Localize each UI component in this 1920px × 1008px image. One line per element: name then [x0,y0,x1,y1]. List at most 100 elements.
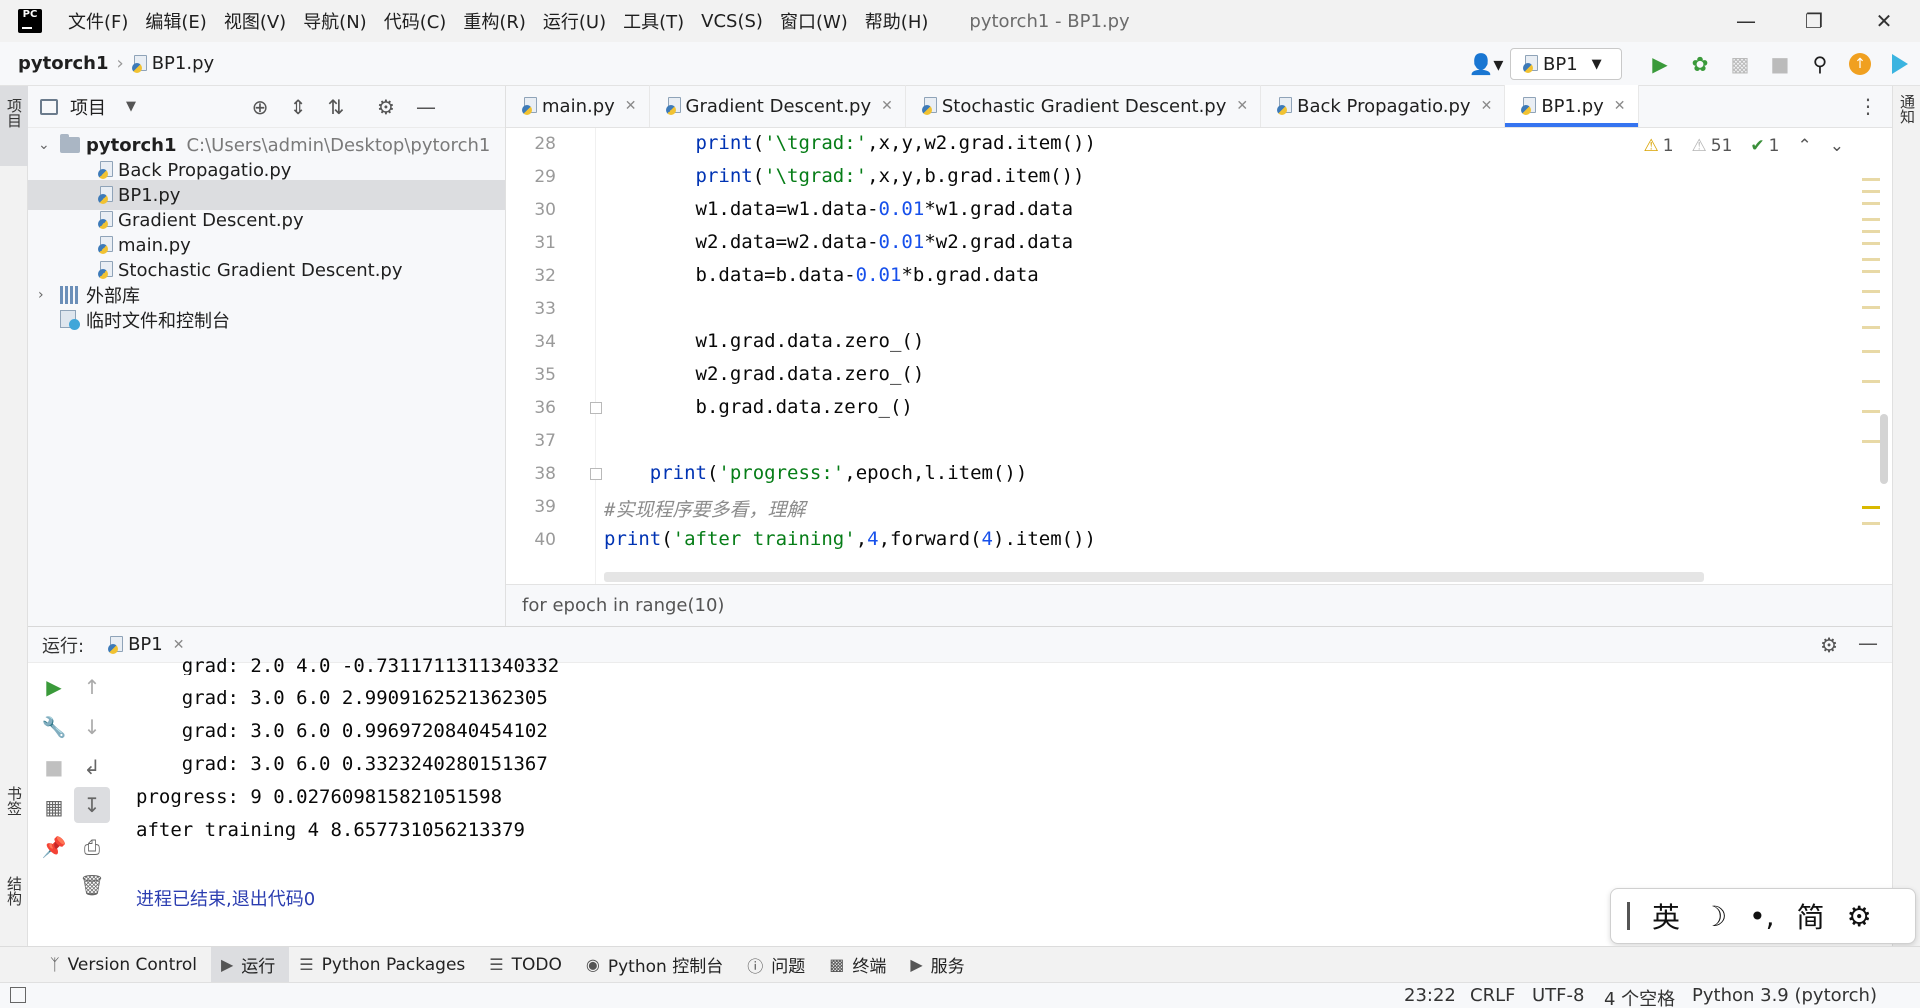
chevron-down-icon[interactable]: ▼ [126,99,136,114]
menu-vcs[interactable]: VCS(S) [701,11,763,32]
close-tab-icon[interactable]: ✕ [881,98,893,114]
rerun-icon[interactable]: ▶ [36,669,72,705]
menu-edit[interactable]: 编辑(E) [145,8,206,34]
line-separator[interactable]: CRLF [1470,985,1515,1006]
project-panel-title[interactable]: 项目 [70,94,106,120]
bookmarks-tool-tab[interactable]: 书签 [3,786,25,816]
search-icon[interactable]: ⚲ [1800,42,1840,86]
error-stripe-mark[interactable] [1862,258,1880,261]
notifications-tool-tab[interactable]: 通知 [1896,94,1918,124]
project-tool-tab[interactable]: 项目 [3,98,25,128]
menu-help[interactable]: 帮助(H) [865,8,929,34]
fold-marker-icon[interactable] [590,468,602,480]
layout-icon[interactable]: ▦ [36,789,72,825]
pin-icon[interactable]: 📌 [36,829,72,865]
soft-wrap-icon[interactable]: ↲ [74,749,110,785]
error-stripe-mark[interactable] [1862,190,1880,193]
restore-icon[interactable]: ❐ [1786,0,1842,42]
code-editor[interactable]: 28 29 30 31 32 33 34 35 36 37 38 39 40 p… [506,128,1892,584]
error-stripe-mark[interactable] [1862,270,1880,273]
close-tab-icon[interactable]: ✕ [625,98,637,114]
ime-language-toggle[interactable]: 英 [1652,896,1680,936]
tab-options-icon[interactable]: ⋮ [1858,94,1878,118]
caret-position[interactable]: 23:22 [1404,985,1456,1006]
ime-drag-handle-icon[interactable] [1627,902,1630,930]
horizontal-scrollbar[interactable] [604,572,1704,582]
breadcrumb-file[interactable]: BP1.py [152,53,214,74]
close-tab-icon[interactable]: ✕ [1614,98,1626,114]
warning-stripe-mark[interactable] [1862,506,1880,509]
error-stripe-mark[interactable] [1862,242,1880,245]
menu-file[interactable]: 文件(F) [68,8,128,34]
ime-script-toggle[interactable]: 简 [1797,896,1825,936]
tab-gradient-descent[interactable]: Gradient Descent.py ✕ [650,85,906,127]
print-icon[interactable]: ⎙ [74,829,110,865]
tab-back-propagatio[interactable]: Back Propagatio.py ✕ [1261,85,1506,127]
arrow-up-icon[interactable]: ↑ [74,669,110,705]
tab-bp1-active[interactable]: BP1.py ✕ [1505,85,1639,127]
ime-width-mode-icon[interactable]: ☽ [1702,900,1727,933]
ime-toolbar[interactable]: 英 ☽ •, 简 ⚙ [1610,888,1916,944]
wrench-icon[interactable]: 🔧 [36,709,72,745]
code-breadcrumb[interactable]: for epoch in range(10) [522,595,724,616]
update-icon[interactable]: ↑ [1840,42,1880,86]
coverage-icon[interactable]: ▩ [1720,42,1760,86]
error-stripe-mark[interactable] [1862,350,1880,353]
error-stripe-mark[interactable] [1862,522,1880,525]
stop-icon[interactable]: ■ [1760,42,1800,86]
error-stripe-mark[interactable] [1862,218,1880,221]
inspection-widget[interactable]: ⚠ 1 ⚠ 51 ✔ 1 ⌃ ⌄ [1643,136,1844,156]
chevron-right-icon[interactable]: › [38,287,52,303]
minimize-icon[interactable]: — [1718,0,1774,42]
close-tab-icon[interactable]: ✕ [1236,98,1248,114]
debug-icon[interactable]: ✿ [1680,42,1720,86]
menu-view[interactable]: 视图(V) [224,8,286,34]
file-encoding[interactable]: UTF-8 [1532,985,1584,1006]
tool-python-packages[interactable]: ☰ Python Packages [289,947,479,983]
error-stripe-mark[interactable] [1862,290,1880,293]
trash-icon[interactable]: 🗑 [74,867,110,903]
breadcrumb-project[interactable]: pytorch1 [18,53,108,74]
scroll-to-end-icon[interactable]: ↧ [74,787,110,823]
chevron-up-icon[interactable]: ⌃ [1798,136,1812,156]
locate-file-icon[interactable]: ⊕ [240,86,280,128]
tool-services[interactable]: ▶ 服务 [900,947,978,983]
error-stripe-mark[interactable] [1862,410,1880,413]
menu-navigate[interactable]: 导航(N) [303,8,367,34]
pycharm-logo-icon[interactable]: PC [18,9,42,33]
hide-panel-icon[interactable]: — [1858,631,1878,655]
error-stripe-mark[interactable] [1862,230,1880,233]
close-window-icon[interactable]: ✕ [1856,0,1912,42]
chevron-down-icon[interactable]: ⌄ [1830,136,1844,156]
account-icon[interactable]: 👤▾ [1462,42,1510,86]
tool-python-console[interactable]: ◉ Python 控制台 [576,947,737,983]
stop-icon[interactable]: ■ [36,749,72,785]
settings-gear-icon[interactable]: ⚙ [366,86,406,128]
menu-code[interactable]: 代码(C) [384,8,447,34]
run-icon[interactable]: ▶ [1640,42,1680,86]
code-breadcrumb-bar[interactable]: for epoch in range(10) [506,584,1892,626]
tab-main-py[interactable]: main.py ✕ [506,85,650,127]
tab-stochastic-gradient-descent[interactable]: Stochastic Gradient Descent.py ✕ [906,85,1262,127]
error-stripe-mark[interactable] [1862,178,1880,181]
settings-gear-icon[interactable]: ⚙ [1820,633,1838,657]
fold-marker-icon[interactable] [590,402,602,414]
menu-tools[interactable]: 工具(T) [623,8,684,34]
jetbrains-toolbox-icon[interactable] [1880,42,1920,86]
error-stripe-mark[interactable] [1862,326,1880,329]
error-stripe-mark[interactable] [1862,202,1880,205]
error-stripe-mark[interactable] [1862,306,1880,309]
error-stripe-mark[interactable] [1862,380,1880,383]
layout-toggle-icon[interactable] [10,987,26,1003]
structure-tool-tab[interactable]: 结构 [3,876,25,906]
tool-todo[interactable]: ☰ TODO [479,947,576,983]
collapse-all-icon[interactable]: ⇅ [316,86,356,128]
tool-run[interactable]: ▶ 运行 [210,946,290,983]
tool-version-control[interactable]: ᛉ Version Control [40,947,211,983]
menu-window[interactable]: 窗口(W) [780,8,848,34]
close-tab-icon[interactable]: ✕ [173,637,185,653]
arrow-down-icon[interactable]: ↓ [74,709,110,745]
close-tab-icon[interactable]: ✕ [1481,98,1493,114]
ime-punctuation-toggle[interactable]: •, [1749,900,1774,933]
tool-terminal[interactable]: ▩ 终端 [819,947,900,983]
